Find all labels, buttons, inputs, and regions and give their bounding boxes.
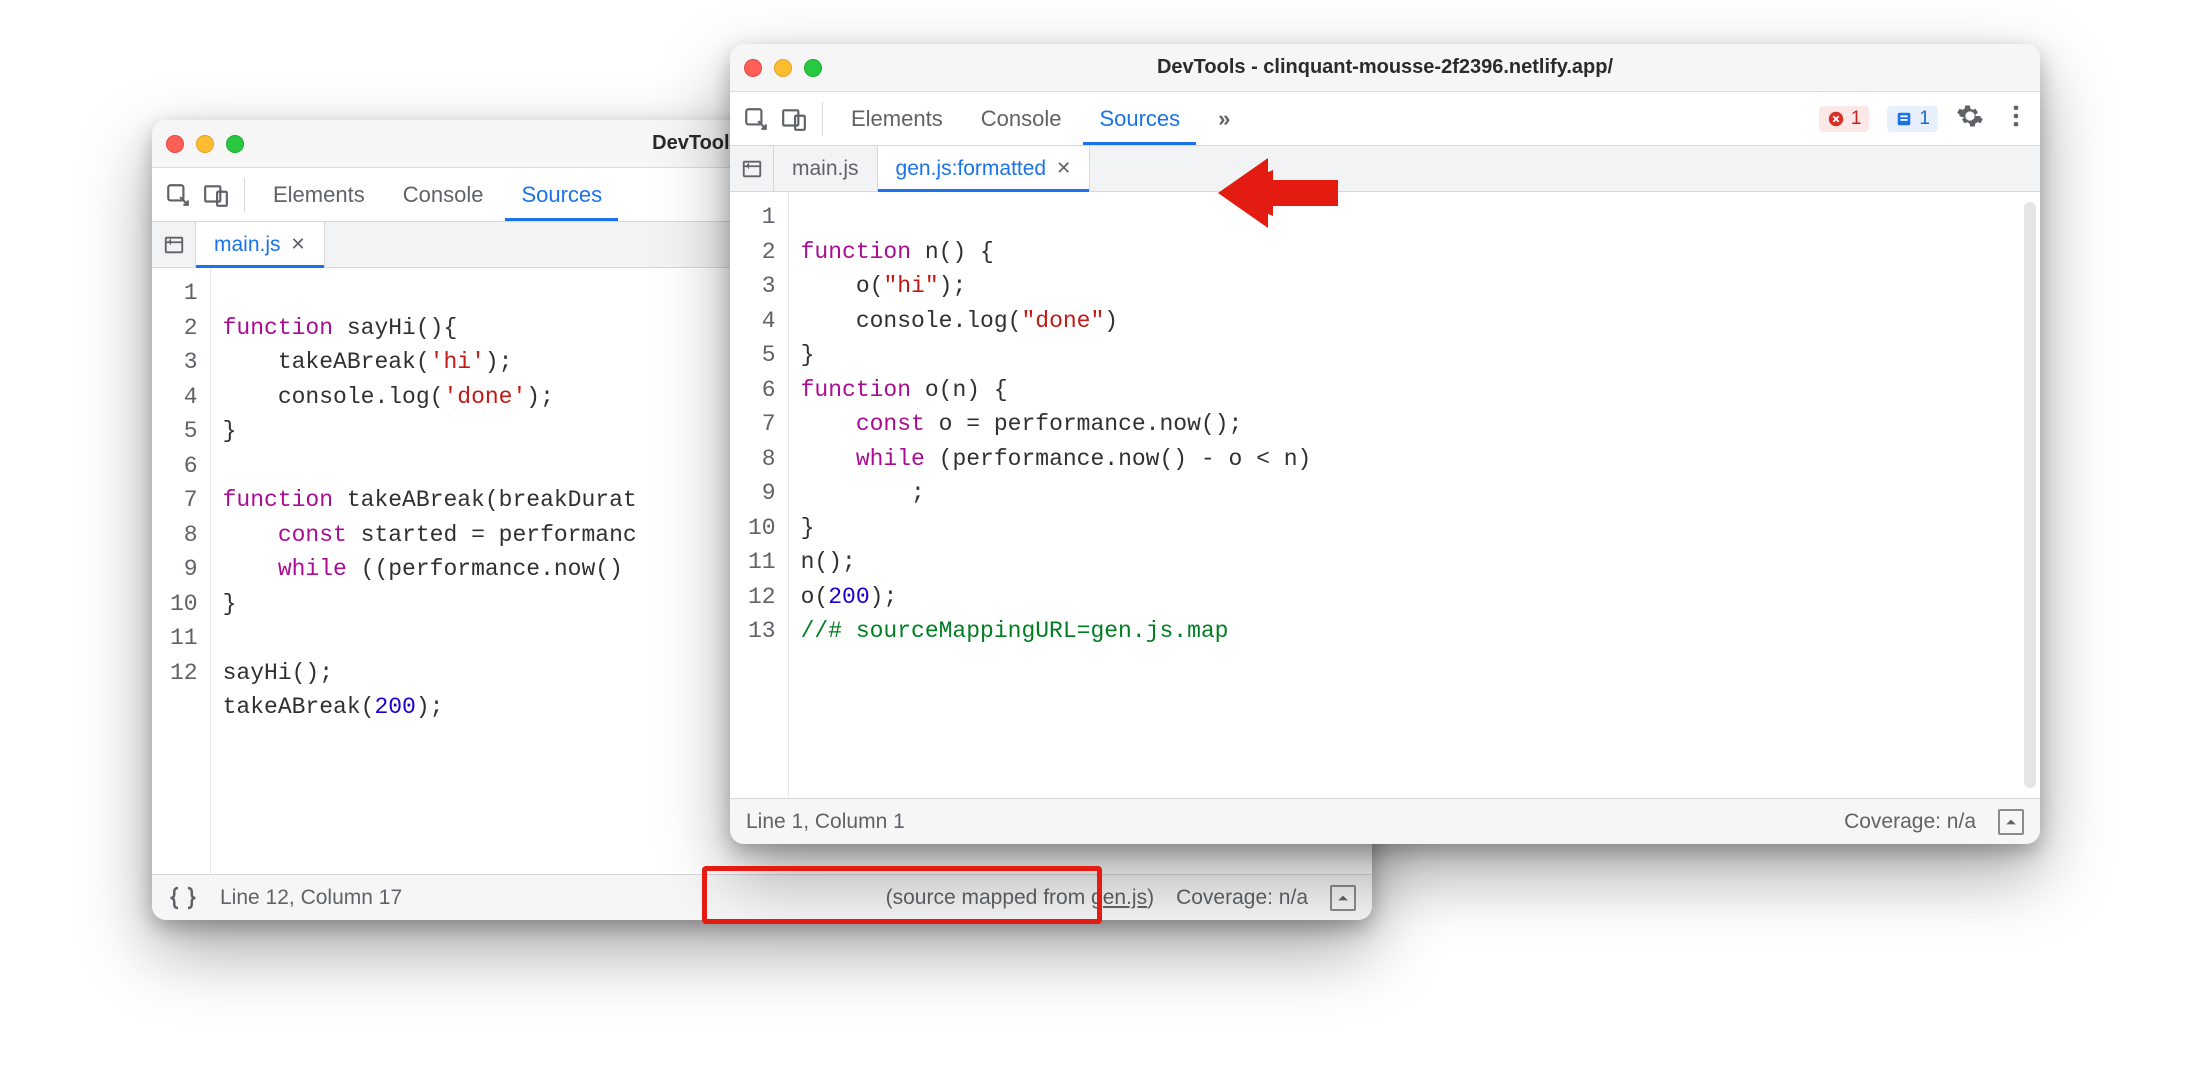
devtools-window-b: DevTools - clinquant-mousse-2f2396.netli… [730, 44, 2040, 844]
source-file-tabs: main.js gen.js:formatted ✕ [730, 146, 2040, 192]
panel-tab-sources[interactable]: Sources [505, 172, 618, 218]
status-bar: Line 12, Column 17 (source mapped from g… [152, 874, 1372, 920]
cursor-position: Line 1, Column 1 [746, 810, 905, 834]
close-icon[interactable]: ✕ [291, 234, 306, 255]
minimize-window-button[interactable] [196, 135, 214, 153]
window-controls [744, 59, 822, 77]
separator [244, 178, 245, 212]
minimize-window-button[interactable] [774, 59, 792, 77]
close-window-button[interactable] [166, 135, 184, 153]
maximize-window-button[interactable] [226, 135, 244, 153]
device-toggle-icon[interactable] [778, 103, 810, 135]
code-content[interactable]: function n() { o("hi"); console.log("don… [789, 192, 2040, 798]
window-title: DevTools - clinquant-mousse-2f2396.netli… [730, 56, 2040, 79]
inspect-icon[interactable] [162, 179, 194, 211]
status-bar: Line 1, Column 1 Coverage: n/a [730, 798, 2040, 844]
panel-more-button[interactable]: » [1202, 96, 1246, 142]
close-icon[interactable]: ✕ [1056, 158, 1071, 179]
close-window-button[interactable] [744, 59, 762, 77]
device-toggle-icon[interactable] [200, 179, 232, 211]
show-drawer-icon[interactable] [1330, 885, 1356, 911]
inspect-icon[interactable] [740, 103, 772, 135]
coverage-label: Coverage: n/a [1844, 810, 1976, 834]
error-count: 1 [1851, 108, 1862, 130]
coverage-label: Coverage: n/a [1176, 886, 1308, 910]
window-controls [166, 135, 244, 153]
file-tab-main-js[interactable]: main.js ✕ [196, 222, 325, 267]
panel-tab-elements[interactable]: Elements [257, 172, 381, 218]
kebab-menu-icon[interactable] [2002, 102, 2030, 136]
file-tab-gen-js-formatted[interactable]: gen.js:formatted ✕ [878, 146, 1091, 191]
issue-count-badge[interactable]: 1 [1887, 106, 1938, 132]
show-drawer-icon[interactable] [1998, 809, 2024, 835]
navigator-pane-toggle[interactable] [730, 146, 774, 191]
file-tab-label: main.js [792, 157, 859, 181]
file-tab-label: gen.js:formatted [896, 157, 1047, 181]
settings-icon[interactable] [1956, 102, 1984, 136]
panel-tab-console[interactable]: Console [965, 96, 1078, 142]
file-tab-main-js[interactable]: main.js [774, 146, 878, 191]
titlebar: DevTools - clinquant-mousse-2f2396.netli… [730, 44, 2040, 92]
panel-tab-elements[interactable]: Elements [835, 96, 959, 142]
code-editor[interactable]: 12345678910111213 function n() { o("hi")… [730, 192, 2040, 798]
pretty-print-icon[interactable] [168, 883, 198, 913]
source-map-link[interactable]: gen.js [1091, 886, 1147, 909]
panel-tabs: Elements Console Sources » 1 1 [730, 92, 2040, 146]
issue-count: 1 [1919, 108, 1930, 130]
panel-tab-console[interactable]: Console [387, 172, 500, 218]
separator [822, 102, 823, 136]
scrollbar[interactable] [2024, 202, 2036, 788]
maximize-window-button[interactable] [804, 59, 822, 77]
navigator-pane-toggle[interactable] [152, 222, 196, 267]
file-tab-label: main.js [214, 233, 281, 257]
line-gutter: 12345678910111213 [730, 192, 789, 798]
line-gutter: 123456789101112 [152, 268, 211, 874]
source-mapped-label: (source mapped from gen.js) [886, 886, 1154, 910]
error-count-badge[interactable]: 1 [1819, 106, 1870, 132]
cursor-position: Line 12, Column 17 [220, 886, 402, 910]
panel-tab-sources[interactable]: Sources [1083, 96, 1196, 142]
